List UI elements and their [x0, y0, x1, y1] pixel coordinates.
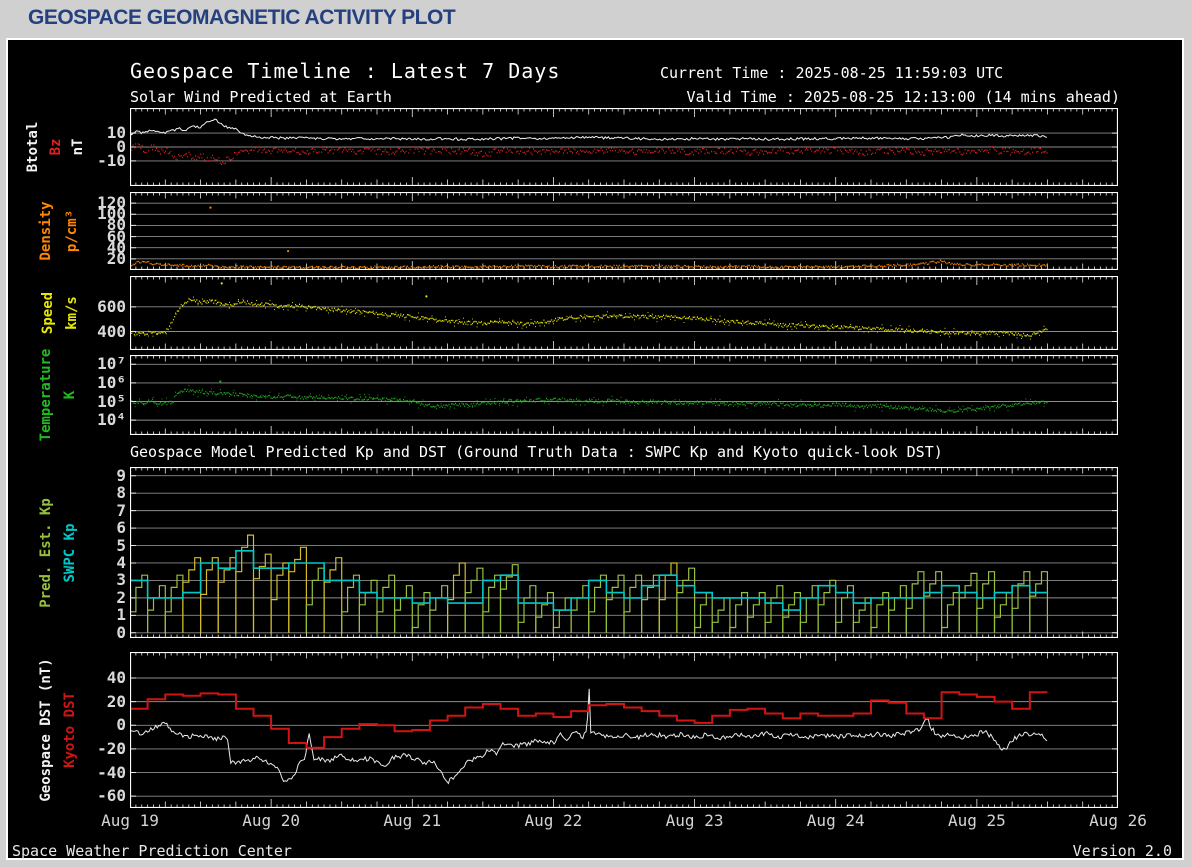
- panel-density: [130, 192, 1118, 270]
- axis-label-speed-0: Speed: [40, 291, 56, 335]
- panel-kp: [130, 467, 1118, 638]
- x-axis-label: Aug 20: [242, 811, 301, 830]
- footer-credit: Space Weather Prediction Center: [12, 842, 292, 860]
- x-axis-label: Aug 22: [524, 811, 583, 830]
- y-tick-label: 10⁶: [97, 372, 126, 392]
- y-tick-label: 10⁴: [97, 410, 126, 430]
- y-tick-label: 0: [116, 622, 126, 642]
- panel-temperature: [130, 355, 1118, 435]
- current-time-label: Current Time : 2025-08-25 11:59:03 UTC: [660, 64, 1004, 82]
- page-title: GEOSPACE GEOMAGNETIC ACTIVITY PLOT: [28, 6, 456, 29]
- footer-version: Version 2.0: [1072, 842, 1172, 860]
- x-axis-label: Aug 19: [101, 811, 159, 830]
- kp-dst-section-title: Geospace Model Predicted Kp and DST (Gro…: [130, 443, 943, 461]
- axis-label-solar-wind-b-1: Bz: [48, 138, 64, 156]
- axis-label-density-0: Density: [38, 201, 54, 261]
- x-axis-label: Aug 21: [383, 811, 442, 830]
- solar-wind-subtitle: Solar Wind Predicted at Earth: [130, 88, 392, 106]
- page: GEOSPACE GEOMAGNETIC ACTIVITY PLOT Geosp…: [0, 0, 1192, 867]
- axis-label-dst-1: Kyoto DST: [62, 692, 78, 768]
- valid-time-label: Valid Time : 2025-08-25 12:13:00 (14 min…: [686, 88, 1120, 106]
- x-axis-label: Aug 25: [947, 811, 1006, 830]
- panel-speed: [130, 276, 1118, 350]
- y-tick-label: -60: [97, 786, 126, 806]
- y-tick-label: 8: [116, 483, 126, 503]
- y-tick-label: 9: [116, 465, 126, 485]
- y-tick-label: 20: [106, 248, 126, 268]
- y-tick-label: 10⁷: [97, 354, 126, 374]
- panel-solar-wind-b: [130, 108, 1118, 186]
- axis-label-speed-1: km/s: [64, 296, 80, 330]
- axis-label-temperature-0: Temperature: [38, 348, 54, 442]
- axis-label-solar-wind-b-2: nT: [70, 138, 86, 156]
- panel-dst: [130, 652, 1118, 808]
- axis-label-kp-1: SWPC Kp: [62, 522, 78, 583]
- axis-label-dst-0: Geospace DST (nT): [38, 658, 54, 802]
- y-tick-label: 7: [116, 500, 126, 520]
- y-tick-label: 2: [116, 587, 126, 607]
- x-axis-label: Aug 26: [1089, 811, 1147, 830]
- plot-main-title: Geospace Timeline : Latest 7 Days: [130, 59, 561, 83]
- axis-label-density-1: p/cm³: [64, 209, 80, 253]
- y-tick-label: 1: [116, 605, 126, 625]
- axis-label-kp-0: Pred. Est. Kp: [38, 497, 54, 608]
- axis-label-temperature-1: K: [62, 390, 78, 400]
- x-axis-label: Aug 23: [665, 811, 724, 830]
- y-tick-label: 40: [106, 668, 126, 687]
- axis-label-solar-wind-b-0: Btotal: [25, 121, 41, 173]
- x-axis-label: Aug 24: [806, 811, 865, 830]
